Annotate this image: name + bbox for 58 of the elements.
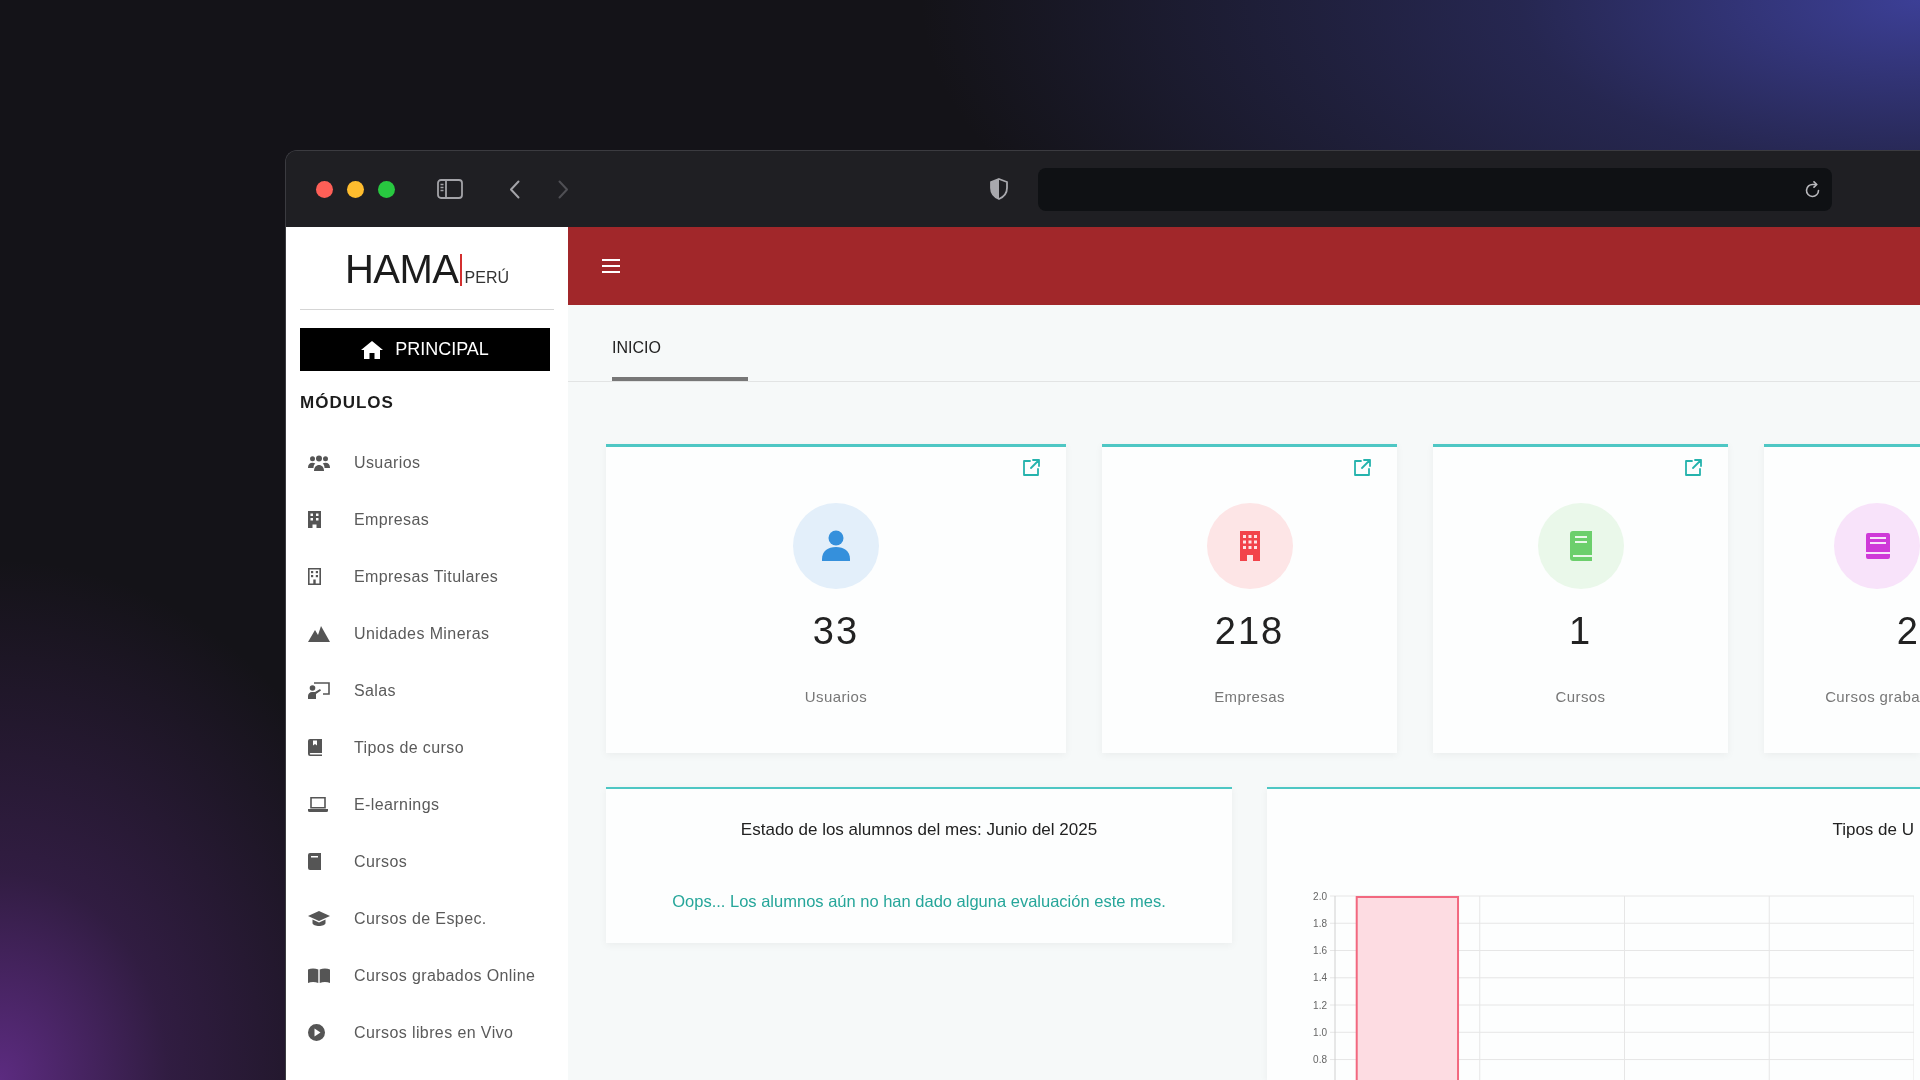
axis-tick-label: 1.2 bbox=[1313, 999, 1327, 1011]
external-link-icon[interactable] bbox=[1685, 459, 1702, 476]
graduation-cap-icon bbox=[308, 911, 330, 926]
home-icon bbox=[361, 340, 384, 359]
axis-tick-label: 1.4 bbox=[1313, 972, 1327, 984]
play-icon bbox=[308, 1024, 325, 1041]
sidebar-toggle-icon[interactable] bbox=[437, 179, 463, 199]
axis-tick-label: 2.0 bbox=[1313, 890, 1327, 902]
stat-value: 218 bbox=[1214, 609, 1285, 653]
shield-icon[interactable] bbox=[990, 178, 1008, 200]
stat-label: Empresas bbox=[1214, 687, 1285, 707]
sidebar-link[interactable]: Cursos bbox=[300, 833, 408, 890]
external-link-icon[interactable] bbox=[1354, 459, 1371, 476]
sidebar-link[interactable]: Cursos grabados Online bbox=[300, 947, 536, 1004]
logo-country: PERÚ bbox=[459, 254, 509, 286]
stat-label: Cursos bbox=[1555, 687, 1606, 707]
building-icon bbox=[308, 511, 321, 528]
empty-state-message: Oops... Los alumnos aún no han dado alguna evaluación este mes. bbox=[671, 891, 1167, 912]
window-zoom-icon[interactable] bbox=[378, 180, 395, 198]
stat-value: 1 bbox=[1568, 609, 1593, 653]
window-minimize-icon[interactable] bbox=[347, 180, 364, 198]
panel-title: Estado de los alumnos del mes: Junio del 2025 bbox=[739, 819, 1099, 841]
address-field[interactable] bbox=[1038, 167, 1832, 211]
sidebar-link[interactable]: Tipos de curso bbox=[300, 719, 464, 776]
sidebar-link[interactable]: Empresas Titulares bbox=[300, 548, 499, 605]
sidebar-link[interactable]: Cursos de Espec. bbox=[300, 890, 487, 947]
sidebar-link[interactable]: Usuarios bbox=[300, 434, 421, 491]
stat-label: Cursos graba bbox=[1825, 687, 1920, 707]
book-icon bbox=[308, 853, 321, 870]
axis-tick-label: 1.8 bbox=[1313, 917, 1327, 929]
tab[interactable]: INICIO bbox=[612, 305, 748, 381]
external-link-icon[interactable] bbox=[1023, 459, 1040, 476]
sidebar-link[interactable]: E-learnings bbox=[300, 776, 440, 833]
sidebar-link[interactable]: Salas bbox=[300, 662, 397, 719]
axis-tick-label: 1.6 bbox=[1313, 945, 1327, 956]
principal-button[interactable]: PRINCIPAL bbox=[300, 328, 550, 371]
back-icon[interactable] bbox=[509, 179, 520, 199]
logo-wordmark: HAMA bbox=[345, 249, 459, 289]
sidebar-link[interactable]: Unidades Mineras bbox=[300, 605, 490, 662]
section-heading: MÓDULOS bbox=[300, 392, 395, 414]
mountain-icon bbox=[308, 625, 330, 642]
axis-tick-label: 1.0 bbox=[1313, 1026, 1327, 1038]
sidebar-link[interactable]: Cursos libres en Vivo bbox=[300, 1004, 514, 1061]
teacher-board-icon bbox=[308, 682, 330, 699]
window-close-icon[interactable] bbox=[316, 180, 333, 198]
menu-icon[interactable] bbox=[602, 259, 620, 273]
stat-value: 2 bbox=[1896, 609, 1920, 653]
stat-value: 33 bbox=[812, 609, 860, 653]
axis-tick-label: 0.8 bbox=[1313, 1054, 1327, 1066]
stat-label: Usuarios bbox=[804, 687, 868, 707]
office-building-icon bbox=[308, 568, 321, 585]
open-book-icon bbox=[308, 968, 330, 983]
users-icon bbox=[308, 454, 330, 471]
sidebar-link[interactable]: Empresas bbox=[300, 491, 430, 548]
reload-icon[interactable] bbox=[1805, 180, 1821, 198]
laptop-icon bbox=[308, 797, 328, 812]
bookmark-book-icon bbox=[308, 739, 322, 756]
panel-title: Tipos de U bbox=[1831, 819, 1914, 841]
